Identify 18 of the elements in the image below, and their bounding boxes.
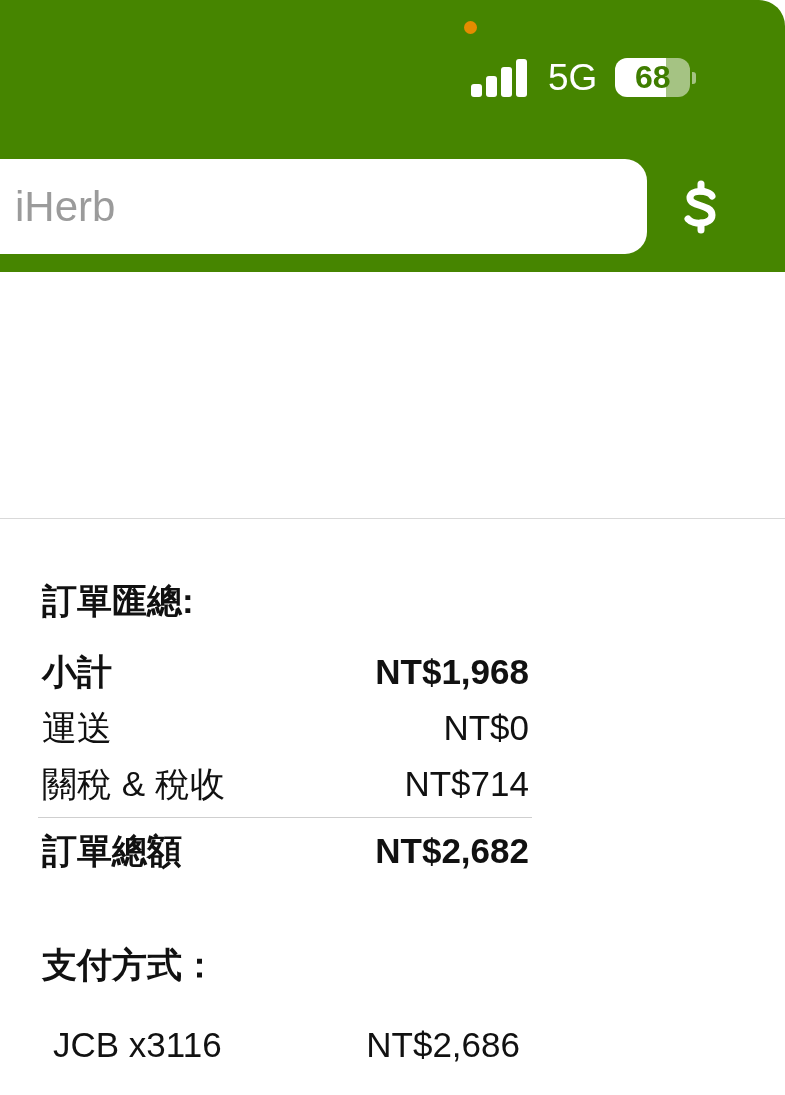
dollar-icon[interactable] — [683, 179, 717, 234]
search-field[interactable]: iHerb — [0, 159, 647, 254]
signal-icon — [471, 58, 528, 97]
battery-indicator: 68 — [615, 58, 697, 97]
order-summary-title: 訂單匯總: — [42, 580, 194, 622]
network-type: 5G — [548, 58, 598, 97]
total-label: 訂單總額 — [42, 830, 182, 872]
total-amount: NT$2,682 — [375, 830, 529, 872]
payment-method-label: JCB x3116 — [53, 1024, 222, 1066]
summary-label: 關稅 & 稅收 — [42, 763, 225, 805]
payment-method-title: 支付方式： — [42, 944, 217, 986]
summary-label: 運送 — [42, 707, 112, 749]
payment-amount: NT$2,686 — [366, 1024, 520, 1066]
privacy-indicator-icon — [464, 21, 477, 34]
summary-label: 小計 — [42, 651, 112, 693]
summary-amount: NT$1,968 — [375, 651, 529, 693]
summary-amount: NT$0 — [443, 707, 529, 749]
summary-amount: NT$714 — [404, 763, 529, 805]
